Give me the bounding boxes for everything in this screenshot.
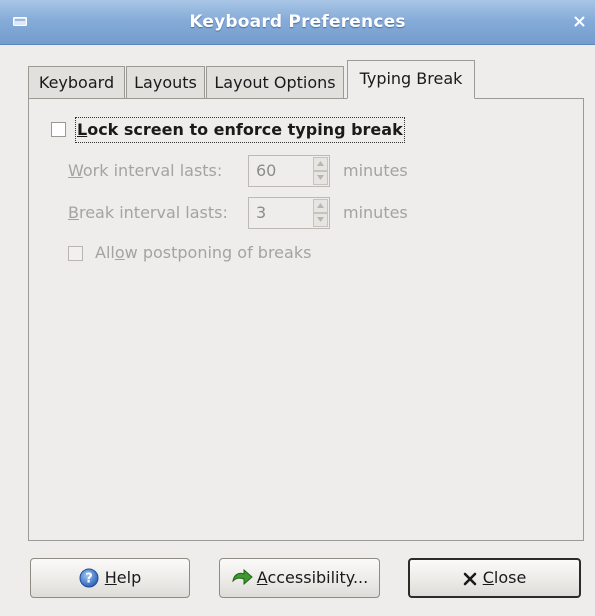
break-interval-decrement-button[interactable]	[313, 213, 328, 227]
tab-layouts[interactable]: Layouts	[126, 66, 205, 99]
lock-screen-checkbox[interactable]	[51, 122, 66, 137]
close-button-label: Close	[483, 560, 527, 596]
window-menu-icon[interactable]	[13, 17, 27, 26]
help-mnemonic: H	[104, 568, 117, 587]
spin-up-arrow-icon	[317, 161, 324, 166]
allow-postpone-checkbox[interactable]	[68, 246, 83, 261]
tab-layout-options[interactable]: Layout Options	[206, 66, 344, 99]
allow-postpone-label[interactable]: Allow postponing of breaks	[95, 242, 311, 264]
break-interval-increment-button[interactable]	[313, 199, 328, 213]
break-interval-label-text: reak interval lasts:	[78, 203, 228, 222]
work-interval-label: Work interval lasts:	[68, 160, 222, 182]
break-interval-label: Break interval lasts:	[68, 202, 228, 224]
allow-postpone-mnemonic: o	[114, 243, 125, 262]
close-label-text: lose	[493, 568, 527, 587]
allow-postpone-label-pre: All	[95, 243, 115, 262]
close-icon[interactable]	[574, 16, 585, 27]
svg-text:?: ?	[85, 572, 93, 587]
work-interval-stepper[interactable]	[313, 157, 328, 185]
break-interval-spinbutton[interactable]: 3	[248, 197, 330, 229]
close-x-icon	[463, 572, 477, 586]
help-icon: ?	[79, 568, 99, 588]
close-mnemonic: C	[482, 568, 494, 587]
lock-screen-label[interactable]: Lock screen to enforce typing break	[75, 117, 405, 143]
accessibility-button[interactable]: Accessibility...	[219, 558, 380, 598]
keyboard-preferences-window: Keyboard Preferences Keyboard Layouts La…	[0, 0, 595, 616]
help-label-text: elp	[116, 568, 142, 587]
spin-down-arrow-icon	[317, 217, 324, 222]
help-button-label: Help	[105, 559, 141, 597]
work-interval-decrement-button[interactable]	[313, 171, 328, 185]
work-interval-mnemonic: W	[68, 161, 83, 180]
spin-up-arrow-icon	[317, 203, 324, 208]
break-interval-mnemonic: B	[68, 203, 79, 222]
tab-typing-break[interactable]: Typing Break	[347, 60, 475, 99]
window-title: Keyboard Preferences	[189, 12, 406, 32]
work-interval-unit: minutes	[343, 161, 408, 180]
work-interval-value[interactable]: 60	[256, 156, 276, 186]
tab-keyboard[interactable]: Keyboard	[28, 66, 125, 99]
help-button[interactable]: ? Help	[30, 558, 190, 598]
title-bar[interactable]: Keyboard Preferences	[0, 0, 595, 45]
work-interval-label-text: ork interval lasts:	[82, 161, 223, 180]
break-interval-value[interactable]: 3	[256, 198, 266, 228]
close-button[interactable]: Close	[408, 558, 581, 598]
work-interval-spinbutton[interactable]: 60	[248, 155, 330, 187]
lock-screen-mnemonic: L	[77, 120, 88, 139]
accessibility-arrow-icon	[231, 568, 253, 588]
accessibility-label-text: ccessibility...	[267, 568, 369, 587]
break-interval-stepper[interactable]	[313, 199, 328, 227]
lock-screen-label-text: ock screen to enforce typing break	[87, 120, 403, 139]
accessibility-button-label: Accessibility...	[257, 559, 368, 597]
work-interval-increment-button[interactable]	[313, 157, 328, 171]
break-interval-unit: minutes	[343, 203, 408, 222]
allow-postpone-label-post: w postponing of breaks	[124, 243, 312, 262]
accessibility-mnemonic: A	[256, 568, 268, 587]
spin-down-arrow-icon	[317, 175, 324, 180]
